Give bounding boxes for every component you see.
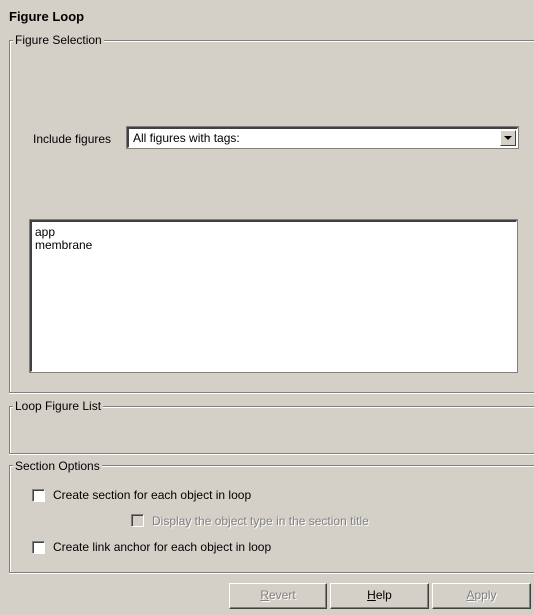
figure-selection-legend: Figure Selection <box>13 33 104 47</box>
help-button[interactable]: Help <box>330 583 429 609</box>
link-anchor-label[interactable]: Create link anchor for each object in lo… <box>53 540 271 554</box>
list-item[interactable]: app <box>35 226 513 239</box>
create-section-label[interactable]: Create section for each object in loop <box>53 488 251 502</box>
loop-figure-list-legend: Loop Figure List <box>13 399 104 413</box>
loop-figure-list-group <box>9 406 534 454</box>
page-title: Figure Loop <box>9 9 85 24</box>
link-anchor-checkbox[interactable] <box>32 541 45 554</box>
revert-button[interactable]: Revert <box>229 583 327 609</box>
apply-button[interactable]: Apply <box>432 583 531 609</box>
include-figures-value: All figures with tags: <box>133 131 240 145</box>
display-type-label[interactable]: Display the object type in the section t… <box>152 514 369 528</box>
dropdown-arrow-icon[interactable] <box>500 130 516 146</box>
include-figures-select[interactable]: All figures with tags: <box>126 126 519 149</box>
tags-listbox[interactable]: app membrane <box>29 219 518 373</box>
list-item[interactable]: membrane <box>35 239 513 252</box>
display-type-checkbox[interactable] <box>131 514 144 527</box>
include-figures-label: Include figures <box>33 132 112 146</box>
create-section-checkbox[interactable] <box>32 489 45 502</box>
section-options-legend: Section Options <box>13 459 102 473</box>
